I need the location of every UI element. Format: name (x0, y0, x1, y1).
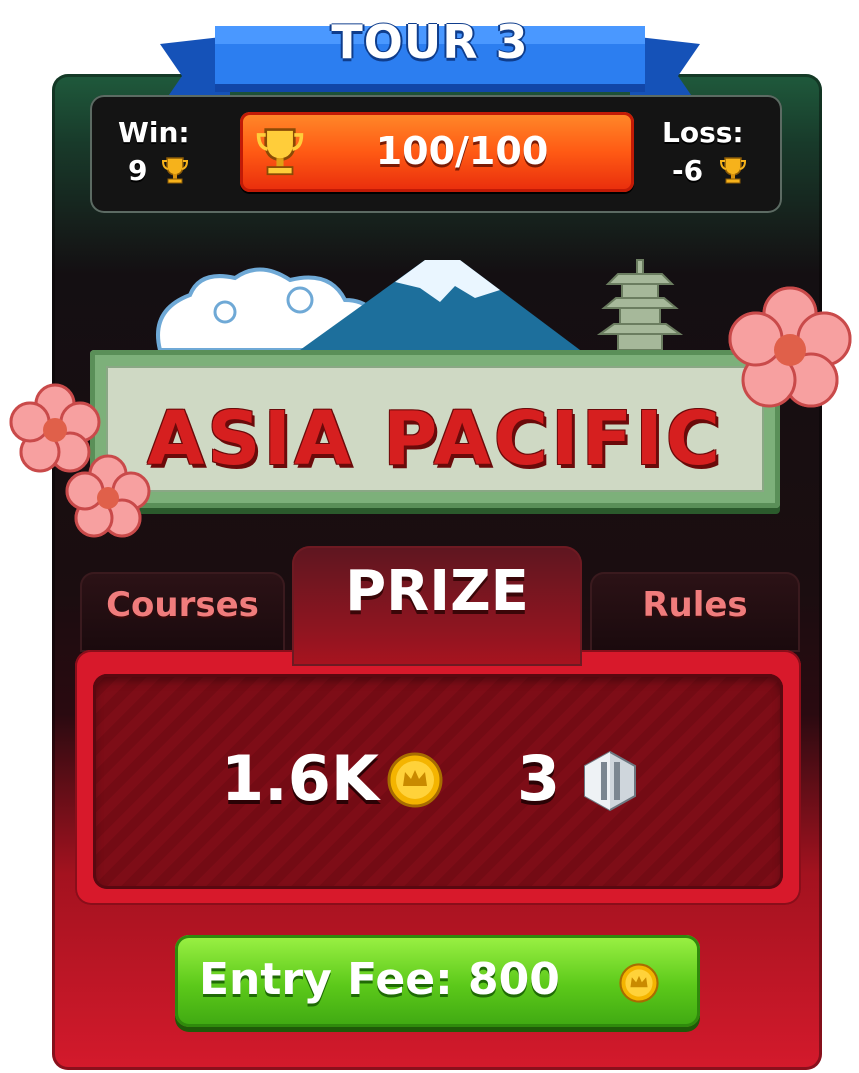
entry-fee-label: Entry Fee: 800 (199, 954, 560, 1005)
tab-courses[interactable]: Courses (80, 572, 285, 652)
region-banner-inner: ASIA PACIFIC (106, 366, 764, 492)
gem-icon (584, 750, 636, 812)
tab-prize-label: PRIZE (345, 559, 529, 624)
prize-gems-amount: 3 (517, 742, 561, 815)
win-value: 9 (128, 154, 148, 187)
trophy-icon (162, 157, 188, 184)
prize-coins-amount: 1.6K (221, 742, 379, 815)
tab-prize[interactable]: PRIZE (292, 546, 582, 666)
tab-rules[interactable]: Rules (590, 572, 800, 652)
pagoda-icon (596, 259, 684, 351)
trophy-icon (720, 157, 746, 184)
trophy-icon (256, 128, 304, 176)
loss-label: Loss: (662, 116, 744, 149)
loss-value: -6 (672, 154, 704, 187)
crown-coin-icon (387, 752, 443, 808)
tour-title: TOUR 3 (331, 15, 529, 69)
trophy-progress-bar: 100/100 (240, 112, 634, 192)
tab-rules-label: Rules (642, 585, 748, 625)
region-banner: ASIA PACIFIC (90, 350, 780, 508)
win-label: Win: (118, 116, 190, 149)
prize-panel-inner: 1.6K 3 (93, 674, 783, 889)
tab-courses-label: Courses (106, 585, 259, 625)
entry-fee-button[interactable]: Entry Fee: 800 (175, 935, 700, 1027)
prize-panel: 1.6K 3 (75, 650, 801, 905)
region-title: ASIA PACIFIC (146, 396, 724, 482)
crown-coin-icon (619, 963, 659, 1003)
progress-value: 100/100 (375, 129, 549, 173)
